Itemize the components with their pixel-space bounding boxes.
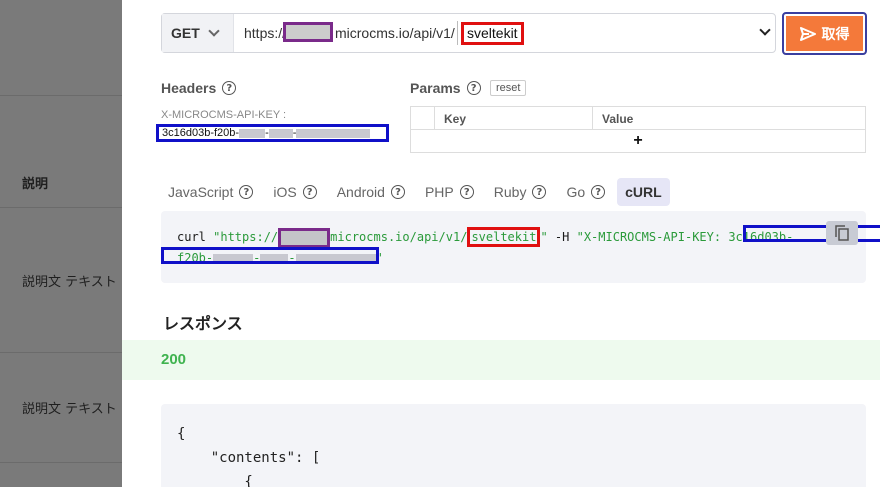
help-icon[interactable]: ?: [532, 185, 547, 199]
headers-title-text: Headers: [161, 80, 217, 96]
reset-button[interactable]: reset: [490, 80, 527, 96]
api-key-visible: 3c16d03b-f20b-: [162, 127, 240, 139]
headers-title: Headers ?: [161, 80, 237, 96]
api-key-highlight: [743, 225, 880, 242]
tab-label: Ruby: [493, 184, 527, 200]
fetch-button-label: 取得: [821, 25, 850, 42]
params-key-header: Key: [435, 107, 593, 129]
fetch-button[interactable]: 取得: [782, 12, 867, 55]
url-separator: [457, 21, 458, 45]
help-icon[interactable]: ?: [302, 185, 317, 199]
api-key-label: X-MICROCMS-API-KEY :: [161, 109, 287, 121]
tab-android[interactable]: Android?: [329, 178, 413, 206]
copy-button[interactable]: [826, 221, 858, 245]
chevron-down-icon[interactable]: [759, 24, 771, 36]
help-icon[interactable]: ?: [459, 185, 474, 199]
copy-icon: [835, 225, 849, 241]
method-label: GET: [171, 25, 200, 41]
api-key-value: 3c16d03b-f20b- - -: [156, 124, 389, 142]
code-url-prefix: "https://: [213, 230, 279, 244]
help-icon[interactable]: ?: [390, 185, 405, 199]
params-table-checkbox-col: [411, 107, 435, 129]
method-select[interactable]: GET: [162, 14, 234, 52]
status-code: 200: [161, 351, 187, 368]
tab-go[interactable]: Go?: [558, 178, 613, 206]
background-divider: [0, 462, 122, 463]
params-value-header: Value: [602, 112, 634, 126]
tab-curl[interactable]: cURL: [617, 178, 670, 206]
code-endpoint: sveltekit: [467, 227, 541, 247]
endpoint-url-bar[interactable]: GET https:// microcms.io/api/v1/ sveltek…: [161, 13, 776, 53]
help-icon[interactable]: ?: [591, 185, 606, 199]
redacted-key-part: [296, 128, 371, 138]
url-prefix: https://: [244, 25, 287, 41]
json-line: {: [177, 426, 186, 442]
json-line: {: [177, 474, 253, 487]
code-url-close: ": [540, 230, 548, 244]
params-title-text: Params: [410, 80, 461, 96]
background-divider: [0, 95, 122, 96]
help-icon[interactable]: ?: [239, 185, 254, 199]
language-tabs: JavaScript? iOS? Android? PHP? Ruby? Go?…: [160, 178, 670, 206]
code-line-1: curl "https:// microcms.io/api/v1/sveltek…: [177, 227, 793, 248]
tab-label: Android: [336, 184, 385, 200]
tab-php[interactable]: PHP?: [417, 178, 482, 206]
curl-code-block: curl "https:// microcms.io/api/v1/sveltek…: [161, 211, 880, 283]
params-table-header: Key Value: [411, 107, 865, 130]
add-param-button[interactable]: +: [411, 130, 865, 152]
params-title: Params ?: [410, 80, 481, 96]
response-json-block: { "contents": [ {: [161, 404, 866, 487]
response-heading: レスポンス: [163, 314, 243, 333]
tab-label: Go: [566, 184, 586, 200]
background-divider: [0, 352, 122, 353]
chevron-down-icon: [208, 25, 220, 37]
background-row-text: 説明文 テキスト: [22, 275, 117, 290]
tab-javascript[interactable]: JavaScript?: [160, 178, 261, 206]
help-icon[interactable]: ?: [222, 81, 237, 95]
redacted-key-part: [239, 128, 266, 138]
endpoint-select-value[interactable]: sveltekit: [461, 22, 524, 45]
code-flag: -H: [547, 230, 577, 244]
tab-ruby[interactable]: Ruby?: [486, 178, 555, 206]
background-overlay: 説明 説明文 テキスト 説明文 テキスト: [0, 0, 122, 487]
tab-label: PHP: [424, 184, 454, 200]
redacted-service-id: [283, 22, 333, 42]
redacted-service-id: [278, 227, 331, 248]
background-divider: [0, 207, 122, 208]
help-icon[interactable]: ?: [466, 81, 481, 95]
send-icon: [799, 26, 816, 41]
background-row-text: 説明文 テキスト: [22, 402, 117, 417]
url-domain-path: microcms.io/api/v1/: [335, 25, 455, 41]
tab-label: cURL: [625, 184, 662, 200]
code-command: curl: [177, 230, 214, 244]
params-table: Key Value +: [410, 106, 866, 153]
json-line: "contents": [: [177, 450, 321, 466]
redacted-key-part: [268, 128, 293, 138]
tab-label: JavaScript: [168, 184, 234, 200]
api-key-highlight: [161, 247, 379, 264]
tab-ios[interactable]: iOS?: [265, 178, 324, 206]
status-band: [122, 340, 880, 380]
api-preview-panel: GET https:// microcms.io/api/v1/ sveltek…: [122, 0, 880, 487]
background-description-label: 説明: [22, 177, 49, 192]
code-url-domain: microcms.io/api/v1/: [330, 230, 468, 244]
tab-label: iOS: [273, 184, 297, 200]
